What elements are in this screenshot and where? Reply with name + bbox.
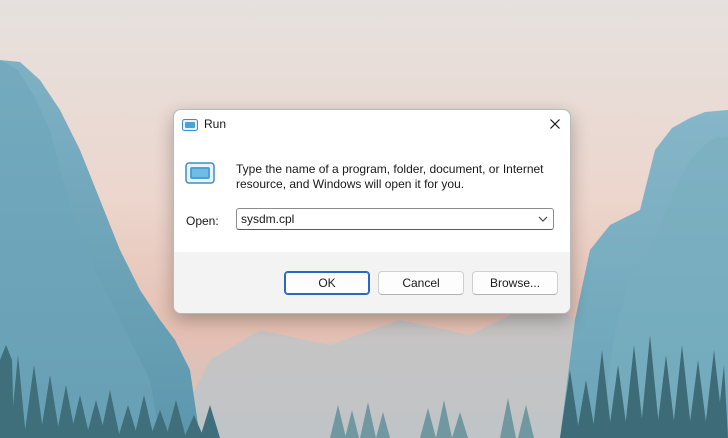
open-label: Open: [186, 214, 219, 228]
chevron-down-icon[interactable] [537, 213, 549, 225]
cancel-button[interactable]: Cancel [378, 271, 464, 295]
run-program-icon [185, 162, 215, 184]
dialog-description: Type the name of a program, folder, docu… [236, 162, 544, 191]
open-combobox[interactable] [236, 208, 554, 230]
dialog-footer: OK Cancel Browse... [174, 252, 570, 313]
ok-button[interactable]: OK [284, 271, 370, 295]
close-button[interactable] [540, 110, 570, 138]
title-bar[interactable]: Run [174, 110, 570, 140]
dialog-title: Run [204, 117, 227, 131]
run-dialog: Run Type the name of a program, folder, … [173, 109, 571, 314]
run-icon [182, 119, 198, 131]
browse-button[interactable]: Browse... [472, 271, 558, 295]
close-icon [550, 119, 560, 129]
open-input[interactable] [237, 209, 527, 229]
